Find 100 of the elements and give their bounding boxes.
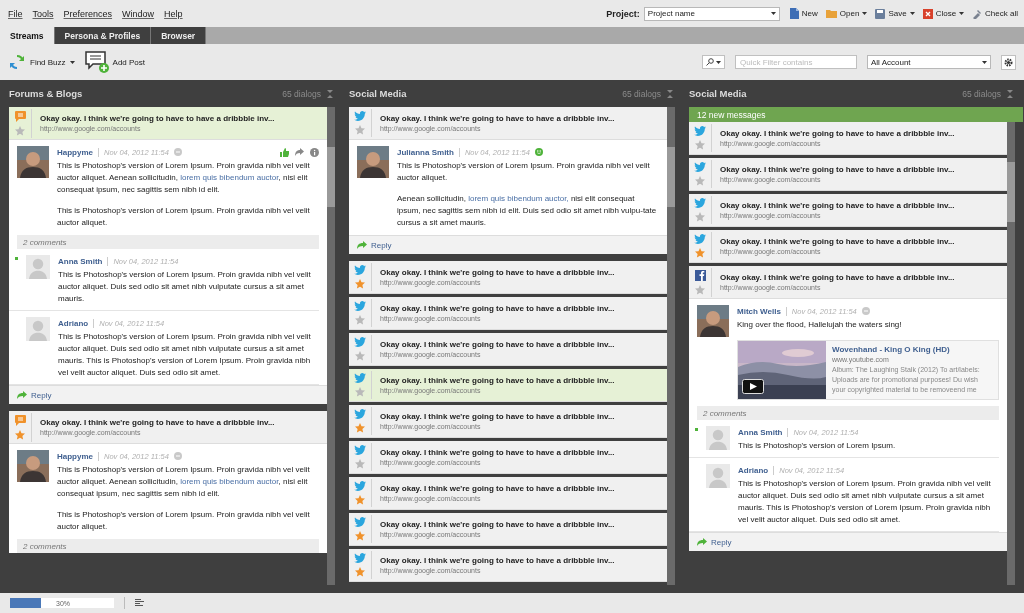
bird-icon xyxy=(354,409,366,419)
bird-icon xyxy=(694,198,706,208)
bird-icon xyxy=(354,265,366,275)
bird-icon xyxy=(354,481,366,491)
star-icon[interactable] xyxy=(355,315,365,325)
star-icon[interactable] xyxy=(695,284,705,295)
bird-icon xyxy=(354,111,366,121)
post-card[interactable] xyxy=(9,411,327,553)
menu-item[interactable]: Window xyxy=(122,8,155,19)
toolbar-button[interactable]: Close xyxy=(922,8,965,19)
star-icon[interactable] xyxy=(355,531,365,541)
tab[interactable]: Browser xyxy=(151,27,207,44)
post-text: This is Photoshop's version of Lorem Ipsum. Proin gravida nibh vel velit auctor aliquet. Aenean sollicitudin, lorem quis bibendum auctor, nisi elit consequat ipsum, nec sagittis sem nibh id elit. xyxy=(57,464,311,500)
comments-count[interactable]: 2 comments xyxy=(697,406,999,420)
info-icon[interactable] xyxy=(310,147,319,157)
reply-link[interactable]: Reply xyxy=(349,235,667,254)
message-title: Okay okay. I think we're going to have to have a dribbble inv... xyxy=(380,304,615,313)
star-icon[interactable] xyxy=(355,279,365,289)
post-text: Aenean sollicitudin, lorem quis bibendum auctor, nisi elit consequat ipsum, nec sagittis sem nibh id elit. Duis sed odio sit amet nibh vulpu-tate cursus a sit amet mauris. xyxy=(397,193,658,229)
align-left-icon[interactable] xyxy=(135,599,144,607)
post-card[interactable] xyxy=(9,107,327,404)
project-select[interactable]: Project name xyxy=(643,6,780,21)
search-options[interactable] xyxy=(702,55,725,69)
find-buzz-button[interactable]: Find Buzz xyxy=(8,53,75,71)
close-icon xyxy=(922,8,933,19)
comment-text: This is Photoshop's version of Lorem Ipsum. Proin gravida nibh vel velit auctor aliquet. Duis sed odio sit amet nibh vulputate cursus a sit amet mauris. xyxy=(58,269,311,305)
column-title: Social Media xyxy=(689,88,747,99)
scrollbar[interactable] xyxy=(667,107,675,585)
collapse-icon[interactable] xyxy=(667,89,673,98)
reply-arrow-icon xyxy=(17,391,27,399)
reply-arrow-icon xyxy=(697,538,707,546)
bird-icon xyxy=(354,301,366,311)
star-icon[interactable] xyxy=(355,125,365,135)
menu-item[interactable]: Tools xyxy=(32,8,54,19)
share-icon[interactable] xyxy=(295,148,304,156)
thumbs-up-icon[interactable] xyxy=(280,147,289,157)
bird-icon xyxy=(354,373,366,383)
bird-icon xyxy=(354,553,366,563)
add-post-button[interactable]: Add Post xyxy=(84,51,146,73)
comments-count[interactable]: 2 comments xyxy=(17,235,319,249)
tab[interactable]: Streams xyxy=(0,27,55,44)
star-icon[interactable] xyxy=(15,429,25,440)
author-name[interactable]: Anna Smith xyxy=(738,427,783,437)
collapse-icon[interactable] xyxy=(1007,89,1013,98)
scrollbar[interactable] xyxy=(327,107,335,585)
toolbar-button[interactable]: Check all xyxy=(972,8,1018,19)
folder-icon xyxy=(825,9,837,18)
tab[interactable]: Persona & Profiles xyxy=(54,27,152,44)
text-link[interactable]: lorem quis bibendum auctor, xyxy=(468,194,569,203)
star-icon[interactable] xyxy=(695,248,705,258)
search-icon xyxy=(706,58,714,66)
star-icon[interactable] xyxy=(695,212,705,222)
star-icon[interactable] xyxy=(355,495,365,505)
caret-icon xyxy=(982,60,987,64)
star-icon[interactable] xyxy=(695,140,705,150)
post-card[interactable] xyxy=(689,266,1007,551)
bird-icon xyxy=(354,337,366,347)
preview-title[interactable]: Wovenhand - King O King (HD) xyxy=(832,345,992,354)
caret-icon xyxy=(770,12,776,15)
post-text: This is Photoshop's version of Lorem Ipsum. Proin gravida nibh vel velit auctor aliquet. Aenean sollicitudin, lorem quis bibendum auctor, nisi elit consequat ipsum, nec sagittis sem nibh id elit. xyxy=(57,160,311,196)
message-title: Okay okay. I think we're going to have to have a dribbble inv... xyxy=(380,556,615,565)
menu-item[interactable]: Preferences xyxy=(63,8,113,19)
reply-link[interactable]: Reply xyxy=(9,385,327,404)
play-icon[interactable] xyxy=(742,379,764,394)
author-name[interactable]: Mitch Wells xyxy=(737,306,781,316)
toolbar-button[interactable]: Save xyxy=(875,8,915,19)
comment-text: This is Photoshop's version of Lorem Ipsum. Proin gravida nibh vel velit auctor aliquet. Duis sed odio sit amet nibh vulputate cursus a sit amet mauris. This is Photoshop's version of Lorem Ipsum. Proin gravida nibh vel velit auctor aliquet. Duis sed odio sit amet. xyxy=(738,478,991,526)
star-icon[interactable] xyxy=(15,125,25,136)
star-icon[interactable] xyxy=(355,567,365,577)
scrollbar[interactable] xyxy=(1007,122,1015,585)
star-icon[interactable] xyxy=(355,423,365,433)
star-icon[interactable] xyxy=(695,176,705,186)
collapse-icon[interactable] xyxy=(327,89,333,98)
comment-icon xyxy=(14,414,26,426)
tool-icon xyxy=(972,8,983,19)
author-name[interactable]: Julianna Smith xyxy=(397,147,454,157)
account-select[interactable]: All Account xyxy=(867,55,991,69)
author-name[interactable]: Anna Smith xyxy=(58,256,103,266)
toolbar-button[interactable]: New xyxy=(789,8,818,19)
author-name[interactable]: Adriano xyxy=(738,465,769,475)
reply-link[interactable]: Reply xyxy=(689,532,1007,551)
settings-button[interactable] xyxy=(1001,54,1016,70)
menu-item[interactable]: Help xyxy=(164,8,183,19)
author-name[interactable]: Adriano xyxy=(58,318,89,328)
comments-count[interactable]: 2 comments xyxy=(17,539,319,553)
star-icon[interactable] xyxy=(355,351,365,361)
star-icon[interactable] xyxy=(355,459,365,469)
star-icon[interactable] xyxy=(355,387,365,397)
author-name[interactable]: Happyme xyxy=(57,451,93,461)
dialog-count: 65 dialogs xyxy=(622,88,661,99)
avatar xyxy=(26,255,50,279)
toolbar-button[interactable]: Open xyxy=(825,9,868,18)
menu-item[interactable]: File xyxy=(8,8,23,19)
settings-icon xyxy=(1004,57,1013,67)
author-name[interactable]: Happyme xyxy=(57,147,93,157)
post-text: This is Photoshop's version of Lorem Ipsum. Proin gravida nibh vel velit auctor aliquet. xyxy=(57,509,311,533)
avatar xyxy=(697,305,729,337)
post-text: This is Photoshop's version of Lorem Ipsum. Proin gravida nibh vel velit auctor aliquet. xyxy=(57,205,311,229)
post-card[interactable] xyxy=(349,107,667,254)
message-title: Okay okay. I think we're going to have to have a dribbble inv... xyxy=(720,165,955,174)
